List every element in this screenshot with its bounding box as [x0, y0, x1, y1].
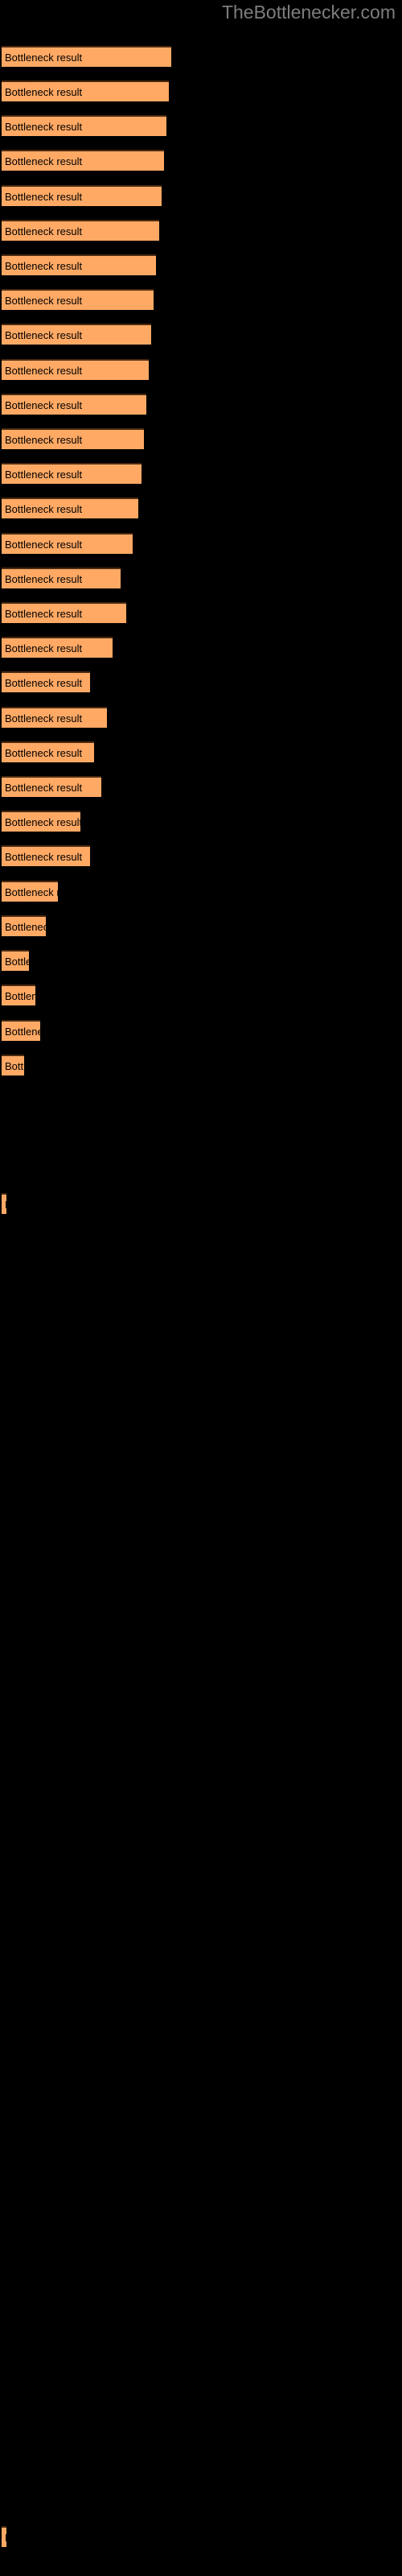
bar-21[interactable]: Bottleneck result [2, 741, 94, 762]
bar-20[interactable]: Bottleneck result [2, 707, 107, 728]
bar-label: Bottleneck result [5, 51, 83, 64]
bar-17[interactable]: Bottleneck result [2, 602, 126, 623]
bar-label: Bottleneck result [5, 886, 58, 898]
bar-label: Bottleneck result [2, 1199, 6, 1211]
bar-label: Bottleneck result [5, 642, 83, 654]
bar-5[interactable]: Bottleneck result [2, 185, 162, 206]
bar-label: Bottleneck result [5, 294, 83, 307]
bar-label: Bottleneck result [5, 955, 29, 968]
bar-label: Bottleneck result [5, 538, 83, 551]
bar-label: Bottleneck result [5, 607, 83, 620]
bar-13[interactable]: Bottleneck result [2, 463, 142, 484]
bar-18[interactable]: Bottleneck result [2, 637, 113, 658]
bar-3[interactable]: Bottleneck result [2, 115, 166, 136]
bar-label: Bottleneck result [5, 712, 83, 724]
bar-label: Bottleneck result [5, 155, 83, 167]
bar-6[interactable]: Bottleneck result [2, 220, 159, 241]
bar-label: Bottleneck result [5, 572, 83, 585]
bar-16[interactable]: Bottleneck result [2, 568, 121, 588]
bar-15[interactable]: Bottleneck result [2, 533, 133, 554]
bar-9[interactable]: Bottleneck result [2, 324, 151, 345]
bar-label: Bottleneck result [5, 85, 83, 98]
bar-23[interactable]: Bottleneck result [2, 811, 80, 832]
bar-label: Bottleneck result [5, 225, 83, 237]
bar-14[interactable]: Bottleneck result [2, 497, 138, 518]
bar-28[interactable]: Bottleneck result [2, 985, 35, 1005]
bar-label: Bottleneck result [5, 328, 83, 341]
bar-series: Bottleneck result Bottleneck result Bottle… [0, 0, 402, 2576]
bar-label: Bottleneck result [5, 676, 83, 689]
bar-1[interactable]: Bottleneck result [2, 46, 171, 67]
bar-24[interactable]: Bottleneck result [2, 845, 90, 866]
bar-label: Bottleneck result [5, 468, 83, 481]
bar-label: Bottleneck result [5, 989, 35, 1002]
bar-label: Bottleneck result [5, 259, 83, 272]
bar-11[interactable]: Bottleneck result [2, 394, 146, 415]
bar-30[interactable]: Bottleneck result [2, 1055, 24, 1075]
bar-label: Bottleneck result [5, 398, 83, 411]
bar-label: Bottleneck result [5, 850, 83, 863]
bar-25[interactable]: Bottleneck result [2, 881, 58, 902]
bar-8[interactable]: Bottleneck result [2, 289, 154, 310]
bar-27[interactable]: Bottleneck result [2, 950, 29, 971]
bar-2[interactable]: Bottleneck result [2, 80, 169, 101]
bar-label: Bottleneck result [5, 815, 80, 828]
bar-label: Bottleneck result [5, 120, 83, 133]
bar-label: Bottleneck result [5, 1059, 24, 1072]
bar-label: Bottleneck result [5, 1025, 40, 1038]
bar-12[interactable]: Bottleneck result [2, 428, 144, 449]
bar-32[interactable]: Bottleneck result [2, 2526, 6, 2547]
bar-label: Bottleneck result [5, 364, 83, 377]
bar-7[interactable]: Bottleneck result [2, 254, 156, 275]
bar-4[interactable]: Bottleneck result [2, 150, 164, 171]
bar-label: Bottleneck result [5, 433, 83, 446]
bar-29[interactable]: Bottleneck result [2, 1020, 40, 1041]
bar-label: Bottleneck result [2, 2532, 6, 2544]
bar-label: Bottleneck result [5, 920, 46, 933]
bottleneck-bar-chart: TheBottlenecker.com Bottleneck result Bot… [0, 0, 402, 2576]
bar-label: Bottleneck result [5, 746, 83, 759]
bar-31[interactable]: Bottleneck result [2, 1193, 6, 1214]
bar-10[interactable]: Bottleneck result [2, 359, 149, 380]
bar-label: Bottleneck result [5, 190, 83, 203]
bar-26[interactable]: Bottleneck result [2, 915, 46, 936]
bar-19[interactable]: Bottleneck result [2, 671, 90, 692]
bar-22[interactable]: Bottleneck result [2, 776, 101, 797]
bar-label: Bottleneck result [5, 781, 83, 794]
bar-label: Bottleneck result [5, 502, 83, 515]
